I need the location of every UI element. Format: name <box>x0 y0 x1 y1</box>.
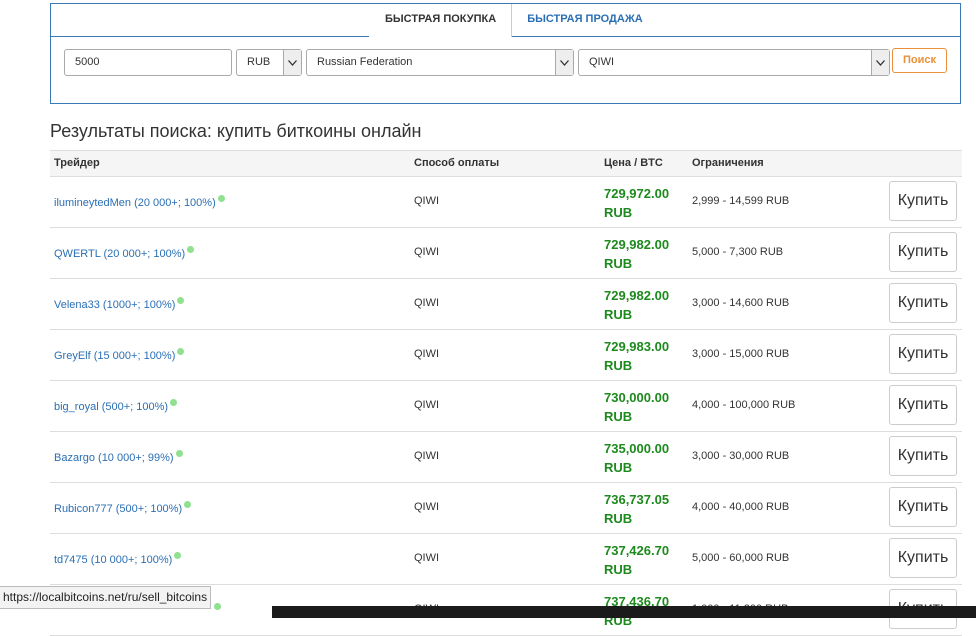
trader-link[interactable]: Rubicon777 (500+; 100%) <box>54 501 192 515</box>
results-title: Результаты поиска: купить биткоины онлай… <box>50 121 422 141</box>
trader-link[interactable]: Bazargo (10 000+; 99%) <box>54 450 183 464</box>
price: 730,000.00 RUB <box>604 390 670 424</box>
tab-quick-sell[interactable]: БЫСТРАЯ ПРОДАЖА <box>512 4 658 37</box>
buy-button[interactable]: Купить <box>889 487 957 527</box>
limits: 4,000 - 40,000 RUB <box>692 501 790 513</box>
tab-quick-buy[interactable]: БЫСТРАЯ ПОКУПКА <box>369 4 513 37</box>
trade-tabs: БЫСТРАЯ ПОКУПКА БЫСТРАЯ ПРОДАЖА <box>369 4 658 37</box>
trader-link[interactable]: Velena33 (1000+; 100%) <box>54 297 185 311</box>
payment-method: QIWI <box>414 552 440 564</box>
table-row: GreyElf (15 000+; 100%) QIWI 729,983.00 R… <box>50 330 962 381</box>
chevron-down-icon <box>871 50 889 75</box>
chevron-down-icon <box>555 50 573 75</box>
trader-link[interactable]: td7475 (10 000+; 100%) <box>54 552 182 566</box>
buy-button[interactable]: Купить <box>889 181 957 221</box>
country-select-value: Russian Federation <box>317 56 413 68</box>
price: 729,972.00 RUB <box>604 186 670 220</box>
trader-link[interactable]: GreyElf (15 000+; 100%) <box>54 348 185 362</box>
payment-method-select-value: QIWI <box>589 56 615 68</box>
taskbar <box>272 606 976 618</box>
buy-button[interactable]: Купить <box>889 334 957 374</box>
table-row: Bazargo (10 000+; 99%) QIWI 735,000.00 RU… <box>50 432 962 483</box>
price: 729,982.00 RUB <box>604 237 670 271</box>
column-header-price: Цена / BTC <box>604 157 663 169</box>
online-status-icon <box>187 246 195 253</box>
limits: 2,999 - 14,599 RUB <box>692 195 790 207</box>
search-button[interactable]: Поиск <box>892 48 947 73</box>
currency-select-value: RUB <box>247 56 271 68</box>
column-header-limits: Ограничения <box>692 157 764 169</box>
price: 729,982.00 RUB <box>604 288 670 322</box>
buy-button[interactable]: Купить <box>889 538 957 578</box>
online-status-icon <box>174 552 182 559</box>
quick-trade-panel: БЫСТРАЯ ПОКУПКА БЫСТРАЯ ПРОДАЖА 5000 RUB… <box>50 3 961 104</box>
limits: 3,000 - 14,600 RUB <box>692 297 790 309</box>
buy-button[interactable]: Купить <box>889 283 957 323</box>
amount-input[interactable]: 5000 <box>64 49 232 76</box>
price: 737,426.70 RUB <box>604 543 670 577</box>
payment-method: QIWI <box>414 399 440 411</box>
currency-select[interactable]: RUB <box>236 49 302 76</box>
offers-table: Трейдер Способ оплаты Цена / BTC Огранич… <box>50 150 962 636</box>
column-header-trader: Трейдер <box>54 157 100 169</box>
limits: 3,000 - 15,000 RUB <box>692 348 790 360</box>
payment-method: QIWI <box>414 297 440 309</box>
payment-method: QIWI <box>414 348 440 360</box>
price: 735,000.00 RUB <box>604 441 670 475</box>
payment-method-select[interactable]: QIWI <box>578 49 890 76</box>
limits: 5,000 - 7,300 RUB <box>692 246 784 258</box>
online-status-icon <box>177 297 185 304</box>
table-row: Rubicon777 (500+; 100%) QIWI 736,737.05 R… <box>50 483 962 534</box>
table-row: QWERTL (20 000+; 100%) QIWI 729,982.00 RU… <box>50 228 962 279</box>
buy-button[interactable]: Купить <box>889 385 957 425</box>
column-header-method: Способ оплаты <box>414 157 500 169</box>
trader-link[interactable]: ilumineytedMen (20 000+; 100%) <box>54 195 225 209</box>
payment-method: QIWI <box>414 195 440 207</box>
country-select[interactable]: Russian Federation <box>306 49 574 76</box>
online-status-icon <box>184 501 192 508</box>
buy-button[interactable]: Купить <box>889 232 957 272</box>
online-status-icon <box>175 450 183 457</box>
trader-link[interactable]: QWERTL (20 000+; 100%) <box>54 246 195 260</box>
online-status-icon <box>177 348 185 355</box>
limits: 4,000 - 100,000 RUB <box>692 399 796 411</box>
table-row: Velena33 (1000+; 100%) QIWI 729,982.00 RU… <box>50 279 962 330</box>
online-status-icon <box>217 195 225 202</box>
table-row: ilumineytedMen (20 000+; 100%) QIWI 729,… <box>50 177 962 228</box>
table-header: Трейдер Способ оплаты Цена / BTC Огранич… <box>50 150 962 177</box>
table-row: big_royal (500+; 100%) QIWI 730,000.00 RU… <box>50 381 962 432</box>
limits: 3,000 - 30,000 RUB <box>692 450 790 462</box>
buy-button[interactable]: Купить <box>889 436 957 476</box>
price: 736,737.05 RUB <box>604 492 670 526</box>
status-bar-url: https://localbitcoins.net/ru/sell_bitcoi… <box>0 586 212 609</box>
payment-method: QIWI <box>414 246 440 258</box>
trader-link[interactable]: big_royal (500+; 100%) <box>54 399 178 413</box>
price: 729,983.00 RUB <box>604 339 670 373</box>
limits: 5,000 - 60,000 RUB <box>692 552 790 564</box>
table-row: td7475 (10 000+; 100%) QIWI 737,426.70 RU… <box>50 534 962 585</box>
online-status-icon <box>214 603 221 610</box>
chevron-down-icon <box>283 50 301 75</box>
payment-method: QIWI <box>414 501 440 513</box>
payment-method: QIWI <box>414 450 440 462</box>
online-status-icon <box>170 399 178 406</box>
